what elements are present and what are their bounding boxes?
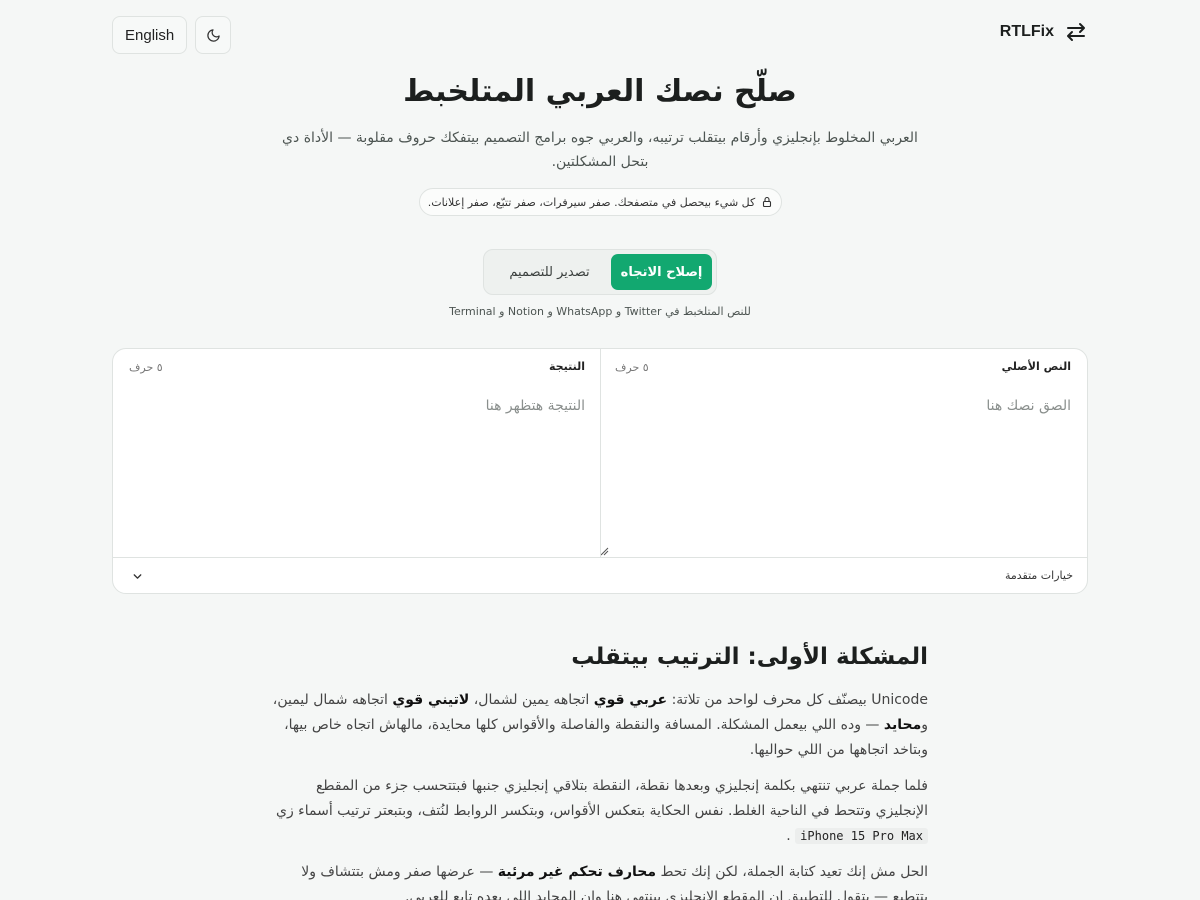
moon-icon [207,28,220,42]
article-paragraph-1: Unicode بيصنّف كل محرف لواحد من تلاتة: ع… [272,688,928,763]
article-heading: المشكلة الأولى: الترتيب بيتقلب [571,644,928,670]
input-pane: النص الأصلي ٥ حرف الصق نصك هنا [599,349,1087,557]
output-area: النتيجة هتظهر هنا [485,398,585,414]
advanced-options-toggle[interactable]: خيارات متقدمة [113,557,1087,593]
output-pane: النتيجة ٥ حرف النتيجة هتظهر هنا [113,349,601,557]
text-run: . [786,828,796,844]
privacy-badge: كل شيء بيحصل في متصفحك. صفر سيرفرات، صفر… [419,188,782,216]
output-label: النتيجة [549,360,585,373]
text-run: الحل مش إنك تعيد كتابة الجملة، لكن إنك ت… [656,864,928,880]
text-strong: محايد [883,717,922,733]
output-char-count: ٥ حرف [129,361,163,374]
top-bar: RTLFix English [112,16,1088,54]
resize-handle-icon[interactable] [600,547,609,556]
inline-code: iPhone 15 Pro Max [795,828,928,844]
text-strong: عربي قوي [593,692,668,708]
header-controls: English [112,16,232,54]
article-paragraph-2: فلما جملة عربي تنتهي بكلمة إنجليزي وبعده… [272,774,928,849]
swap-arrows-icon [1067,23,1085,41]
chevron-down-icon [133,574,142,579]
privacy-text: كل شيء بيحصل في متصفحك. صفر سيرفرات، صفر… [427,195,756,209]
mode-tabs: إصلاح الاتجاه تصدير للتصميم [483,249,717,295]
text-run: فلما جملة عربي تنتهي بكلمة إنجليزي وبعده… [275,778,928,819]
mode-hint: للنص المتلخبط في Twitter و WhatsApp و No… [449,305,751,318]
lock-icon [763,196,772,208]
text-run: اتجاهه يمين لشمال، [469,692,594,708]
page-title: صلّح نصك العربي المتلخبط [403,74,797,109]
input-char-count: ٥ حرف [615,361,649,374]
text-run: Unicode بيصنّف كل محرف لواحد من تلاتة: [667,692,928,708]
text-strong: لاتيني قوي [392,692,470,708]
theme-toggle-button[interactable] [195,16,232,54]
text-strong: محارف تحكم غير مرئية [497,864,657,880]
tab-fix-direction[interactable]: إصلاح الاتجاه [611,254,712,290]
article-paragraph-3: الحل مش إنك تعيد كتابة الجملة، لكن إنك ت… [272,860,928,900]
article: المشكلة الأولى: الترتيب بيتقلب Unicode ب… [272,640,928,900]
tab-export-design[interactable]: تصدير للتصميم [488,254,611,290]
advanced-options-label: خيارات متقدمة [1004,569,1073,582]
language-button[interactable]: English [112,16,188,54]
input-label: النص الأصلي [1001,360,1071,373]
brand-name: RTLFix [999,23,1054,40]
brand[interactable]: RTLFix [1000,20,1088,44]
text-run: — وده اللي بيعمل المشكلة. المسافة والنقط… [284,717,928,758]
page-subtitle: العربي المخلوط بإنجليزي وأرقام بيتقلب تر… [282,130,918,170]
editor-card: النص الأصلي ٥ حرف الصق نصك هنا النتيجة ٥… [112,348,1088,594]
input-textarea[interactable]: الصق نصك هنا [986,398,1071,414]
